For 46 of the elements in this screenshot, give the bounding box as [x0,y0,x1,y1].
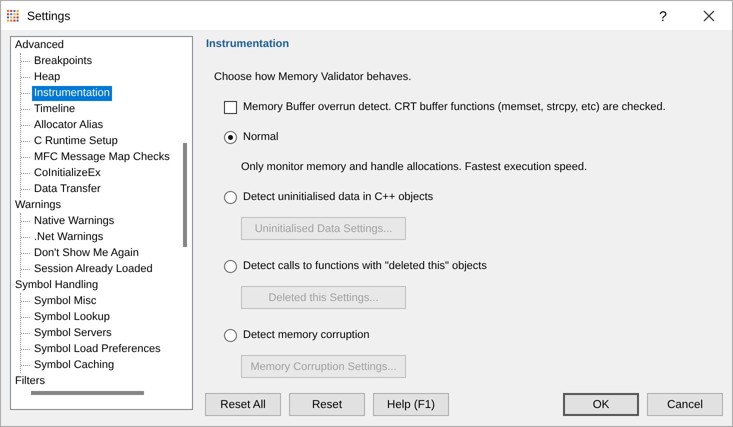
tree-item[interactable]: Warnings [13,198,64,212]
scrollbar-thumb[interactable] [183,143,187,247]
tree-item[interactable]: Native Warnings [32,214,116,228]
help-button[interactable]: ? [640,1,686,30]
checkbox[interactable] [224,100,237,114]
tree-item[interactable]: Timeline [32,102,78,116]
tree-item[interactable]: MFC Message Map Checks [32,150,172,164]
dialog-button[interactable]: OK [563,393,639,416]
tree-item[interactable]: Symbol Lookup [32,310,112,324]
dialog-button[interactable]: Help (F1) [373,393,449,416]
radio-button[interactable] [224,130,237,144]
tree-item[interactable]: Heap [32,70,62,84]
radio-label: Detect uninitialised data in C++ objects [243,191,434,203]
tree-item[interactable]: Data Transfer [32,182,103,196]
radio-label: Normal [243,131,278,143]
option-description: Only monitor memory and handle allocations. Fastest execution speed. [241,160,588,175]
radio-button[interactable] [224,190,237,204]
tree-item[interactable]: CoInitializeEx [32,166,103,180]
intro-text: Choose how Memory Validator behaves. [214,70,412,85]
radio-button[interactable] [224,328,237,342]
tree-item[interactable]: Symbol Misc [32,294,98,308]
tree-item[interactable]: Advanced [13,38,66,52]
checkbox-label: Memory Buffer overrun detect. CRT buffer functions (memset, strcpy, etc) are checked. [243,101,666,113]
tree-item[interactable]: Symbol Caching [32,358,116,372]
dialog-button[interactable]: Reset [289,393,365,416]
tree-item[interactable]: Breakpoints [32,54,94,68]
tree-item[interactable]: .Net Warnings [32,230,106,244]
tree-item[interactable]: Symbol Handling [13,278,100,292]
tree-item[interactable]: Instrumentation [32,86,112,100]
dialog-button[interactable]: Cancel [647,393,723,416]
tree-item[interactable]: Session Already Loaded [32,262,155,276]
dialog-button[interactable]: Reset All [205,393,281,416]
section-heading: Instrumentation [206,37,290,52]
tree-item[interactable]: Allocator Alias [32,118,106,132]
tree-item[interactable]: Don't Show Me Again [32,246,141,260]
window-title: Settings [27,8,70,22]
tree-item[interactable]: Filters [13,374,47,388]
close-icon [703,10,715,22]
tree-item[interactable]: C Runtime Setup [32,134,120,148]
tree-item[interactable]: Symbol Servers [32,326,114,340]
radio-label: Detect calls to functions with "deleted this" objects [243,260,487,272]
tree-item[interactable]: Symbol Load Preferences [32,342,163,356]
scrollbar-thumb[interactable] [31,391,144,395]
radio-button[interactable] [224,260,237,272]
radio-label: Detect memory corruption [243,329,370,341]
app-grid-icon [6,9,19,22]
